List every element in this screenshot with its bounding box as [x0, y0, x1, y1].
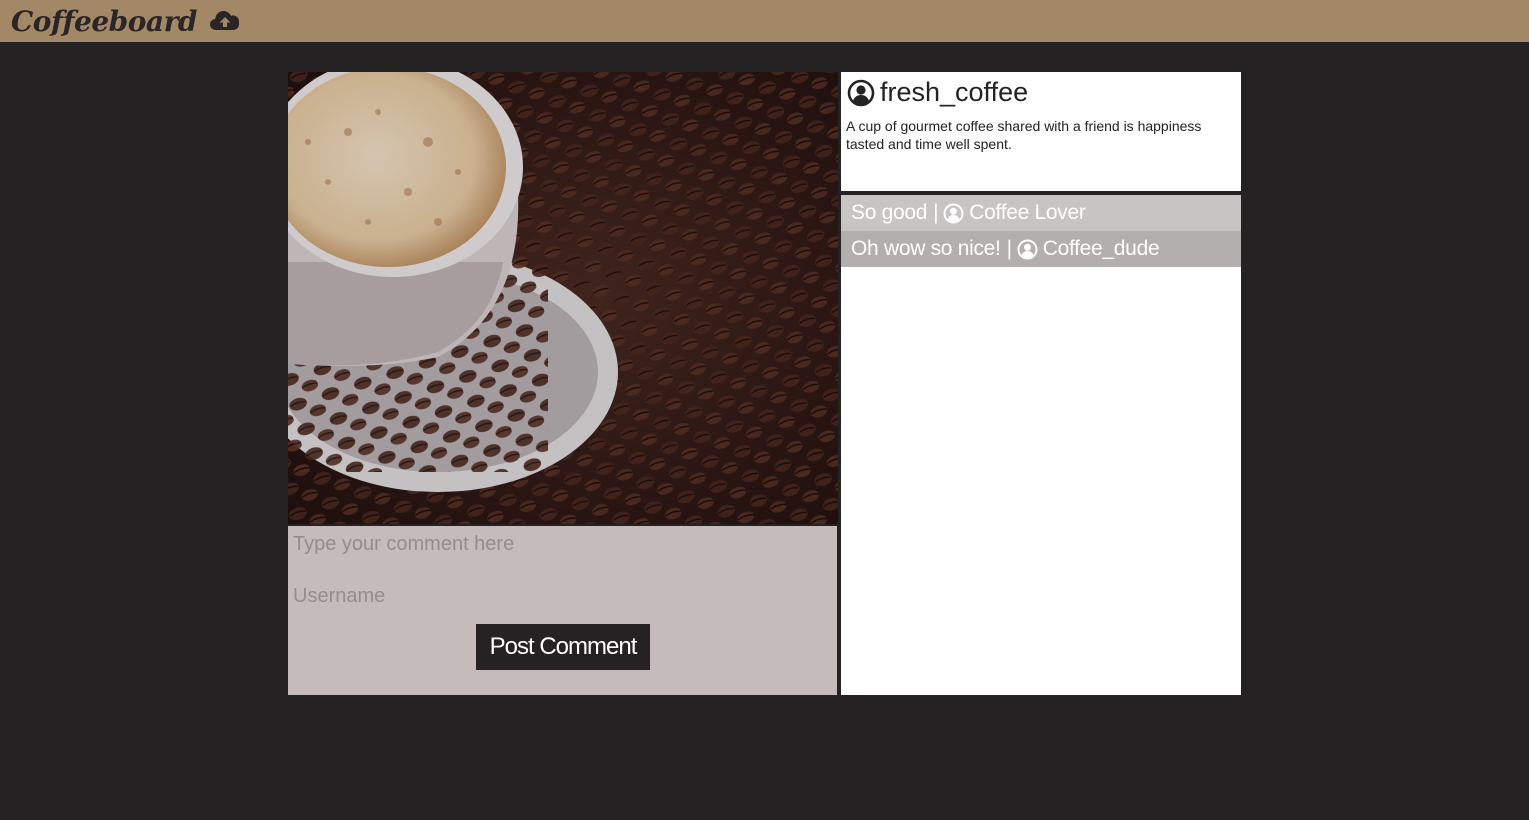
- comment-username: Coffee Lover: [969, 201, 1086, 224]
- post-details: fresh_coffee A cup of gourmet coffee sha…: [841, 72, 1241, 191]
- comment-username: Coffee_dude: [1042, 237, 1160, 260]
- comment-item: So good | Coffee Lover: [841, 195, 1241, 231]
- post-image: [288, 72, 838, 524]
- comment-form: Post Comment: [288, 526, 837, 695]
- comment-text: Oh wow so nice!: [851, 237, 1001, 260]
- user-circle-icon: [847, 79, 875, 106]
- post-caption: A cup of gourmet coffee shared with a fr…: [846, 118, 1202, 152]
- comment-item: Oh wow so nice! | Coffee_dude: [841, 231, 1241, 267]
- comment-separator: |: [1006, 237, 1012, 260]
- author-name[interactable]: fresh_coffee: [880, 77, 1028, 108]
- user-circle-icon: [1017, 239, 1038, 259]
- comment-input[interactable]: [293, 529, 823, 559]
- coffee-photo: [288, 72, 838, 524]
- username-input[interactable]: [293, 581, 823, 611]
- cloud-upload-icon[interactable]: [209, 9, 240, 33]
- post-author: fresh_coffee: [847, 77, 1028, 108]
- comment-list: So good | Coffee Lover Oh wow so nice! |…: [841, 195, 1241, 695]
- comment-text: So good: [851, 201, 928, 224]
- brand[interactable]: Coffeeboard: [11, 2, 240, 40]
- comment-separator: |: [933, 201, 939, 224]
- user-circle-icon: [943, 203, 964, 223]
- top-bar: Coffeeboard: [0, 0, 1529, 42]
- post-comment-button[interactable]: Post Comment: [476, 624, 650, 670]
- app-logo-text[interactable]: Coffeeboard: [11, 5, 197, 38]
